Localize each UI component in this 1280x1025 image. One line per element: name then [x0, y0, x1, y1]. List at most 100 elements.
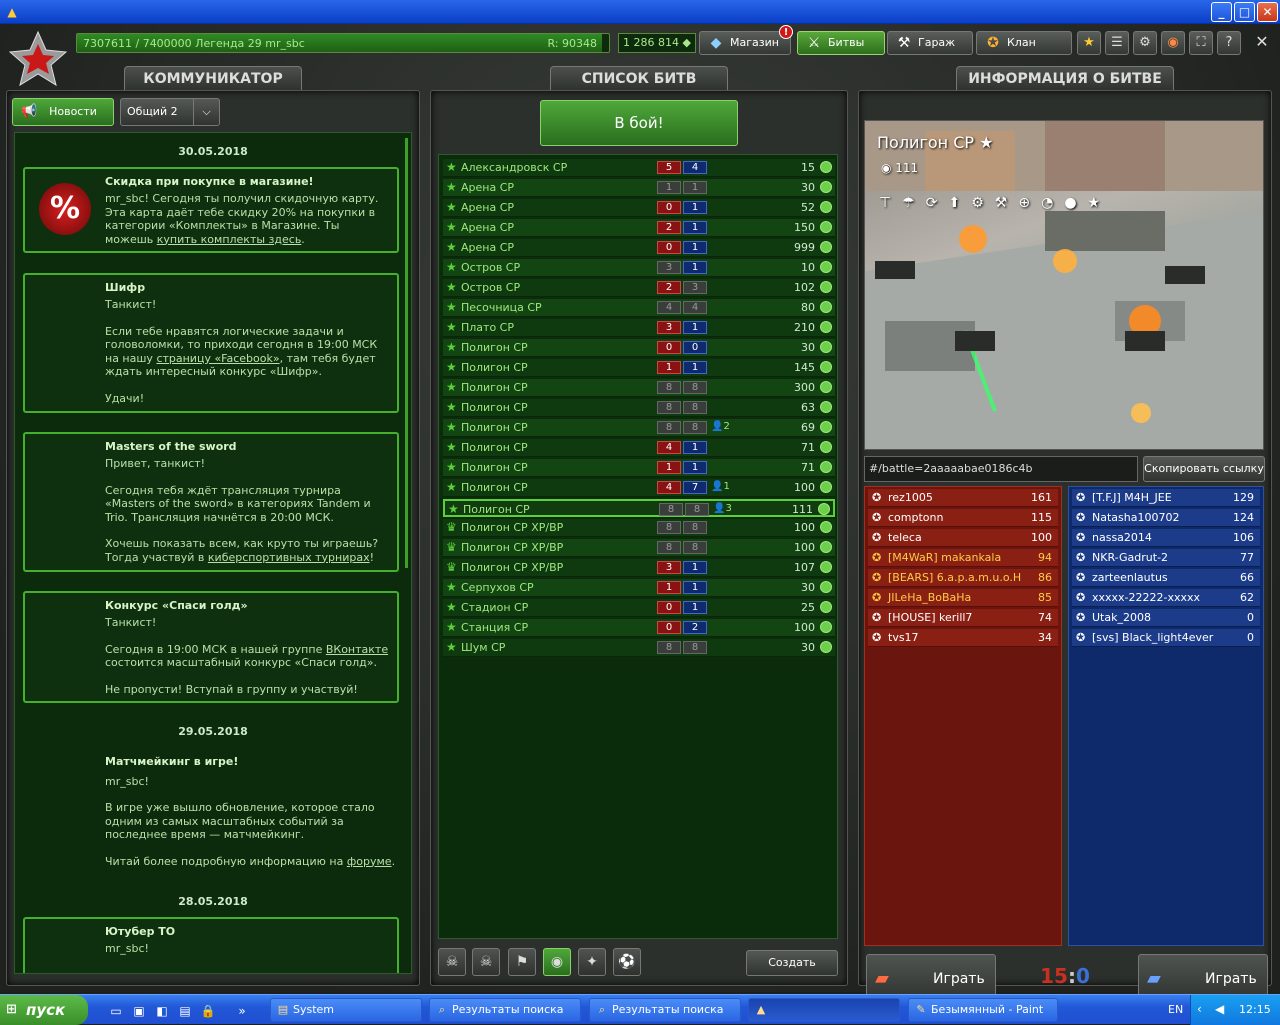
news-feed[interactable]: 30.05.2018 % Скидка при покупке в магази…	[14, 132, 412, 974]
player-row[interactable]: ✪ Natasha100702 124	[1072, 509, 1260, 527]
battle-row[interactable]: ★ Арена CP 2 1 150	[443, 219, 835, 237]
shop-button[interactable]: ◆ Магазин	[699, 31, 791, 55]
team-skull-filter-icon[interactable]: ☠	[472, 948, 500, 976]
task-search-2[interactable]: ⌕ Результаты поиска	[589, 998, 741, 1022]
language-indicator[interactable]: EN	[1168, 1003, 1183, 1016]
task-paint[interactable]: ✎ Безымянный - Paint	[908, 998, 1058, 1022]
window-titlebar: ▲ _ □ ✕	[0, 0, 1280, 24]
channel-select[interactable]: Общий 2 ⌵	[120, 98, 220, 126]
player-row[interactable]: ✪ xxxxx-22222-xxxxx 62	[1072, 589, 1260, 607]
ctf-filter-icon[interactable]: ⚑	[508, 948, 536, 976]
minimize-button[interactable]: _	[1211, 2, 1232, 22]
skull-filter-icon[interactable]: ☠	[438, 948, 466, 976]
floppy-icon[interactable]: ▣	[131, 1003, 147, 1019]
battle-row[interactable]: ★ Полигон CP 4 1 71	[443, 439, 835, 457]
close-button[interactable]: ✕	[1257, 2, 1278, 22]
battle-row[interactable]: ★ Остров CP 2 3 102	[443, 279, 835, 297]
maximize-button[interactable]: □	[1234, 2, 1255, 22]
battle-row[interactable]: ★ Арена CP 0 1 999	[443, 239, 835, 257]
task-game[interactable]: ▲	[748, 998, 900, 1022]
battle-row[interactable]: ★ Полигон CP 1 1 71	[443, 459, 835, 477]
start-button[interactable]: ⊞ пуск	[0, 995, 88, 1025]
battle-row[interactable]: ★ Шум CP 8 8 30	[443, 639, 835, 657]
battle-row[interactable]: ★ Полигон CP 8 8 👤2 69	[443, 419, 835, 437]
rugby-filter-icon[interactable]: ⚽	[613, 948, 641, 976]
battle-row[interactable]: ★ Остров CP 3 1 10	[443, 259, 835, 277]
create-battle-button[interactable]: Создать	[746, 950, 838, 976]
battle-row[interactable]: ★ Александровск CP 5 4 15	[443, 159, 835, 177]
star-icon: ★	[446, 200, 457, 214]
battle-row[interactable]: ★ Станция CP 0 2 100	[443, 619, 835, 637]
help-icon[interactable]: ?	[1217, 31, 1241, 55]
garage-button[interactable]: ⚒ Гараж	[887, 31, 973, 55]
player-row[interactable]: ✪ NKR-Gadrut-2 77	[1072, 549, 1260, 567]
battle-row[interactable]: ★ Стадион CP 0 1 25	[443, 599, 835, 617]
player-row[interactable]: ✪ Utak_2008 0	[1072, 609, 1260, 627]
battle-row[interactable]: ♛ Полигон CP XP/BP 8 8 100	[443, 519, 835, 537]
exit-icon[interactable]: ✕	[1251, 31, 1273, 53]
garage-label: Гараж	[918, 36, 956, 49]
battle-row[interactable]: ★ Арена CP 1 1 30	[443, 179, 835, 197]
battle-row[interactable]: ♛ Полигон CP XP/BP 8 8 100	[443, 539, 835, 557]
volume-icon[interactable]: ◀	[1215, 1002, 1224, 1016]
quests-icon[interactable]: ☰	[1105, 31, 1129, 55]
news-link[interactable]: страницу «Facebook»	[156, 352, 279, 365]
task-search-1[interactable]: ⌕ Результаты поиска	[429, 998, 581, 1022]
battle-row[interactable]: ★ Полигон CP 0 0 30	[443, 339, 835, 357]
fullscreen-icon[interactable]: ⛶	[1189, 31, 1213, 55]
news-link[interactable]: киберспортивных турнирах	[208, 551, 370, 564]
news-link[interactable]: купить комплекты здесь	[157, 233, 302, 246]
tray-expand-icon[interactable]: ‹	[1197, 1002, 1202, 1016]
player-row[interactable]: ✪ [M4WaR] makankala 94	[868, 549, 1058, 567]
desktop-icon[interactable]: ▭	[108, 1003, 124, 1019]
player-row[interactable]: ✪ teleca 100	[868, 529, 1058, 547]
trophy-icon: ♛	[446, 560, 457, 574]
rating-text: R: 90348	[547, 37, 598, 50]
battle-row[interactable]: ★ Полигон CP 8 8 👤3 111	[443, 499, 835, 517]
player-row[interactable]: ✪ [HOUSE] kerill7 74	[868, 609, 1058, 627]
sound-icon[interactable]: ◉	[1161, 31, 1185, 55]
battle-link-field[interactable]: #/battle=2aaaaabae0186c4b	[864, 456, 1138, 482]
battle-row[interactable]: ★ Полигон CP 1 1 145	[443, 359, 835, 377]
battle-row[interactable]: ★ Полигон CP 8 8 300	[443, 379, 835, 397]
news-date: 28.05.2018	[178, 895, 248, 908]
red-count: 8	[659, 503, 683, 516]
task-system[interactable]: ▤ System	[270, 998, 422, 1022]
star-icon: ★	[446, 420, 457, 434]
battle-row[interactable]: ♛ Полигон CP XP/BP 3 1 107	[443, 559, 835, 577]
copy-link-button[interactable]: Скопировать ссылку	[1143, 456, 1265, 482]
player-row[interactable]: ✪ tvs17 34	[868, 629, 1058, 647]
battle-row[interactable]: ★ Песочница CP 4 4 80	[443, 299, 835, 317]
player-row[interactable]: ✪ comptonn 115	[868, 509, 1058, 527]
rank-icon: ✪	[1076, 631, 1086, 644]
player-row[interactable]: ✪ [BEARS] 6.a.p.a.m.u.o.H 86	[868, 569, 1058, 587]
battle-row[interactable]: ★ Арена CP 0 1 52	[443, 199, 835, 217]
gear-icon[interactable]: ⚙	[1133, 31, 1157, 55]
player-row[interactable]: ✪ rez1005 161	[868, 489, 1058, 507]
battle-row[interactable]: ★ Полигон CP 8 8 63	[443, 399, 835, 417]
player-row[interactable]: ✪ zarteenlautus 66	[1072, 569, 1260, 587]
taskbar: ⊞ пуск ▭ ▣ ◧ ▤ 🔒 » ▤ System ⌕ Результаты п…	[0, 994, 1280, 1025]
news-link[interactable]: форуме	[347, 855, 392, 868]
cp-filter-icon[interactable]: ◉	[543, 948, 571, 976]
player-row[interactable]: ✪ [T.F.J] M4H_JEE 129	[1072, 489, 1260, 507]
battles-button[interactable]: ⚔ Битвы	[797, 31, 885, 55]
battle-row[interactable]: ★ Плато CP 3 1 210	[443, 319, 835, 337]
player-row[interactable]: ✪ JILeHa_BoBaHa 85	[868, 589, 1058, 607]
battle-row[interactable]: ★ Полигон CP 4 7 👤1 100	[443, 479, 835, 497]
clan-button[interactable]: ✪ Клан	[976, 31, 1072, 55]
explorer-icon[interactable]: ◧	[154, 1003, 170, 1019]
star-icon[interactable]: ★	[1077, 31, 1101, 55]
lock-icon[interactable]: 🔒	[200, 1003, 216, 1019]
media-icon[interactable]: ▤	[177, 1003, 193, 1019]
assault-filter-icon[interactable]: ✦	[578, 948, 606, 976]
battle-row[interactable]: ★ Серпухов CP 1 1 30	[443, 579, 835, 597]
play-button[interactable]: В бой!	[540, 100, 738, 146]
news-scrollbar[interactable]	[405, 138, 408, 568]
player-row[interactable]: ✪ [svs] Black_light4ever 0	[1072, 629, 1260, 647]
player-row[interactable]: ✪ nassa2014 106	[1072, 529, 1260, 547]
news-tab[interactable]: 📢 Новости	[12, 98, 114, 126]
more-icon[interactable]: »	[234, 1003, 250, 1019]
notification-badge: !	[779, 25, 793, 39]
news-link[interactable]: ВКонтакте	[326, 643, 388, 656]
